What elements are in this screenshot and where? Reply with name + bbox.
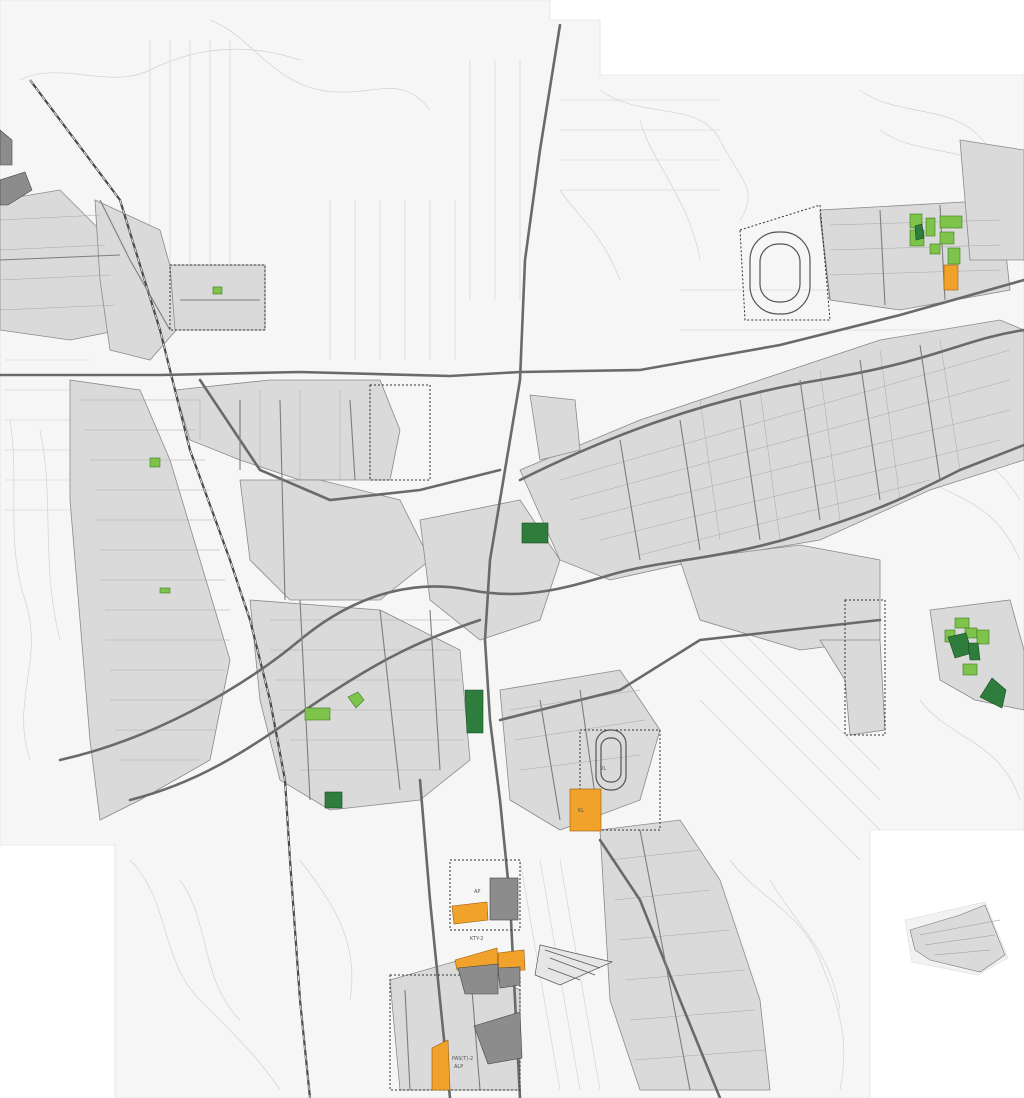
zone-label-kl: KL (578, 808, 584, 814)
zone-label-pas: PAS(T)-2 (452, 1056, 473, 1062)
zone-label-vl: VL (600, 766, 606, 772)
zone-label-kty: KTY-2 (470, 936, 483, 942)
zone-label-alp: ALP (454, 1064, 463, 1070)
zoning-map[interactable]: AP KL KTY-2 VL PAS(T)-2 ALP (0, 0, 1024, 1098)
zone-label-ap: AP (474, 889, 480, 895)
